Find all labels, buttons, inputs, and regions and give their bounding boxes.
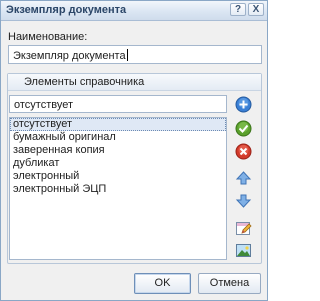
image-icon (236, 244, 251, 257)
name-label: Наименование: (8, 31, 88, 43)
list-item[interactable]: заверенная копия (10, 144, 226, 157)
item-input-value: отсутствует (14, 99, 74, 111)
help-button[interactable]: ? (230, 3, 246, 16)
list-item[interactable]: дубликат (10, 157, 226, 170)
delete-item-button[interactable] (234, 142, 253, 161)
edit-item-button[interactable] (234, 219, 253, 238)
close-button[interactable]: X (248, 3, 264, 16)
group-title: Элементы справочника (24, 76, 145, 88)
edit-icon (236, 222, 252, 235)
help-icon: ? (234, 4, 242, 15)
ok-button[interactable]: OK (134, 273, 191, 294)
name-input[interactable]: Экземпляр документа (8, 45, 262, 64)
move-down-icon (235, 194, 252, 208)
cancel-button[interactable]: Отмена (198, 273, 261, 294)
window-title: Экземпляр документа (6, 4, 127, 16)
image-item-button[interactable] (234, 241, 253, 260)
close-icon: X (252, 4, 260, 15)
name-input-value: Экземпляр документа (13, 50, 126, 62)
apply-item-button[interactable] (234, 119, 253, 138)
add-icon (235, 96, 252, 113)
list-item[interactable]: электронный ЭЦП (10, 183, 226, 196)
dialog-window: Экземпляр документа ? X Наименование: Эк… (0, 0, 268, 301)
move-up-button[interactable] (234, 169, 253, 188)
move-down-button[interactable] (234, 191, 253, 210)
apply-icon (235, 120, 252, 137)
items-listbox[interactable]: отсутствует бумажный оригинал заверенная… (9, 117, 227, 260)
group-header: Элементы справочника (8, 74, 261, 91)
list-item[interactable]: бумажный оригинал (10, 131, 226, 144)
text-caret (126, 49, 128, 61)
move-up-icon (235, 171, 252, 185)
add-item-button[interactable] (234, 95, 253, 114)
list-item[interactable]: отсутствует (10, 118, 226, 131)
delete-icon (235, 143, 252, 160)
item-input[interactable]: отсутствует (9, 95, 227, 113)
list-item[interactable]: электронный (10, 170, 226, 183)
title-bar[interactable]: Экземпляр документа ? X (1, 1, 267, 21)
